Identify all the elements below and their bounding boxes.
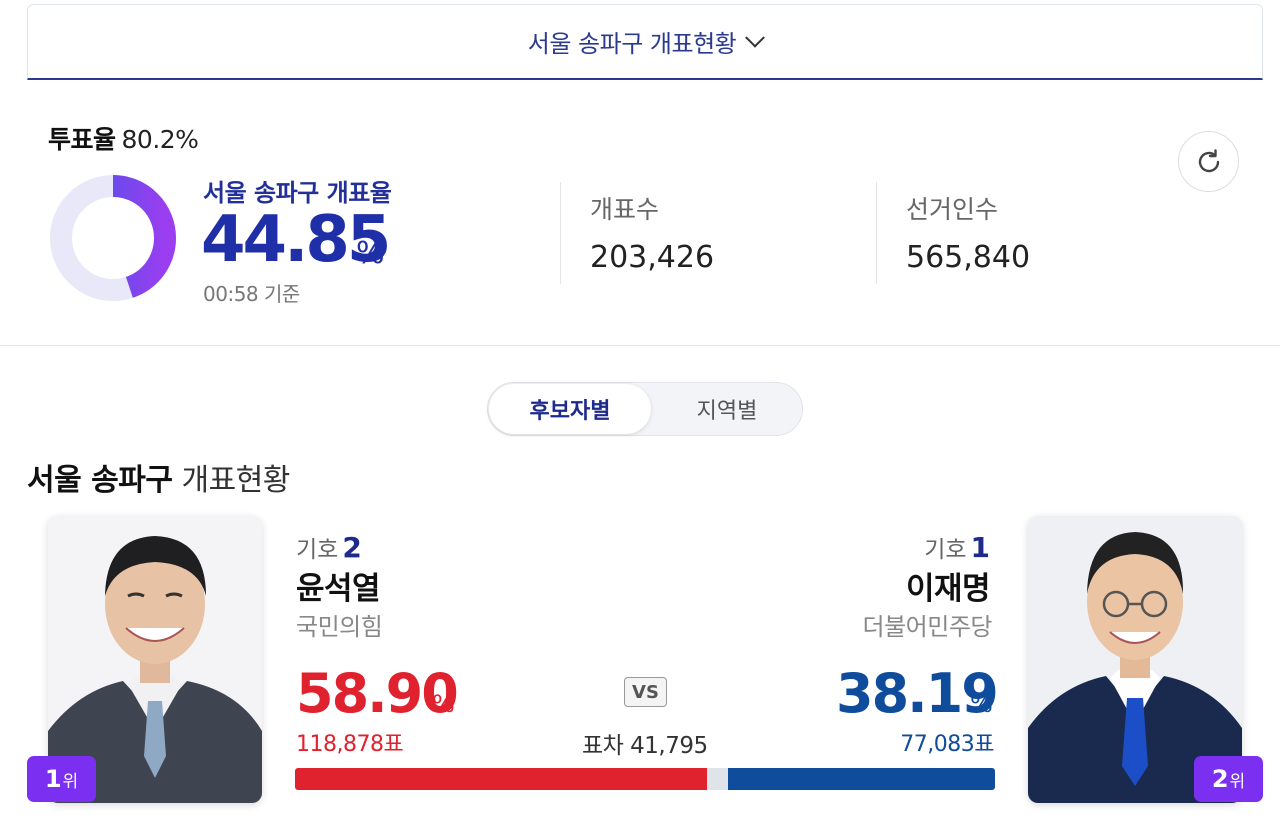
counted-label: 개표수: [590, 195, 660, 224]
electorate-value: 565,840: [906, 240, 1031, 275]
candidate-1-percent-unit: %: [432, 690, 455, 718]
candidate-1-rank-suffix: 위: [62, 771, 79, 792]
section-title-suffix: 개표현황: [181, 463, 291, 498]
turnout-value: 80.2%: [121, 125, 199, 154]
stat-divider: [560, 182, 561, 284]
candidate-2-share-bar: [727, 768, 995, 790]
region-selector-label: 서울 송파구 개표현황: [527, 30, 737, 58]
view-tabs: 후보자별 지역별: [487, 382, 803, 436]
refresh-button[interactable]: [1178, 131, 1239, 192]
candidate-2-percent-unit: %: [970, 690, 993, 718]
candidate-1-rank-badge: 1위: [27, 756, 96, 802]
candidate-2-rank-badge: 2위: [1194, 756, 1263, 802]
candidate-2-votes: 77,083표: [900, 732, 994, 757]
tab-by-candidate[interactable]: 후보자별: [489, 384, 651, 434]
candidate-1-ballot-number: 2: [342, 531, 362, 564]
candidate-2-ballot-number: 1: [970, 531, 990, 564]
candidate-2-ballot-label: 기호: [924, 537, 967, 563]
candidate-1-votes: 118,878표: [296, 732, 404, 757]
candidate-1-party: 국민의힘: [296, 613, 383, 641]
vs-badge: VS: [624, 677, 667, 707]
region-selector[interactable]: 서울 송파구 개표현황: [27, 4, 1263, 80]
stat-divider: [876, 182, 877, 284]
candidate-1-share-bar: [295, 768, 708, 790]
section-divider: [0, 345, 1280, 346]
counted-value: 203,426: [590, 240, 715, 275]
candidate-2-name: 이재명: [905, 571, 991, 607]
candidate-2-ballot: 기호 1: [924, 530, 990, 564]
candidate-1-rank: 1: [44, 765, 62, 793]
other-share-bar: [707, 768, 728, 790]
turnout-label: 투표율: [48, 125, 116, 154]
section-title: 서울 송파구 개표현황: [27, 455, 290, 499]
candidate-1-name: 윤석열: [296, 571, 381, 607]
candidate-2-party: 더불어민주당: [862, 613, 993, 641]
count-progress-donut: [50, 175, 176, 301]
count-rate-unit: %: [356, 236, 385, 271]
chevron-down-icon: [745, 27, 766, 48]
turnout: 투표율 80.2%: [48, 120, 199, 156]
candidate-1-ballot: 기호 2: [296, 530, 362, 564]
vote-margin: 표차 41,795: [582, 733, 708, 759]
candidate-2-rank: 2: [1211, 765, 1229, 793]
tab-by-region[interactable]: 지역별: [652, 383, 802, 435]
refresh-icon: [1198, 148, 1219, 172]
candidate-2-rank-suffix: 위: [1229, 771, 1246, 792]
count-time: 00:58 기준: [203, 282, 300, 306]
electorate-label: 선거인수: [906, 195, 999, 224]
section-title-region: 서울 송파구: [27, 463, 173, 498]
candidate-1-ballot-label: 기호: [296, 537, 339, 563]
